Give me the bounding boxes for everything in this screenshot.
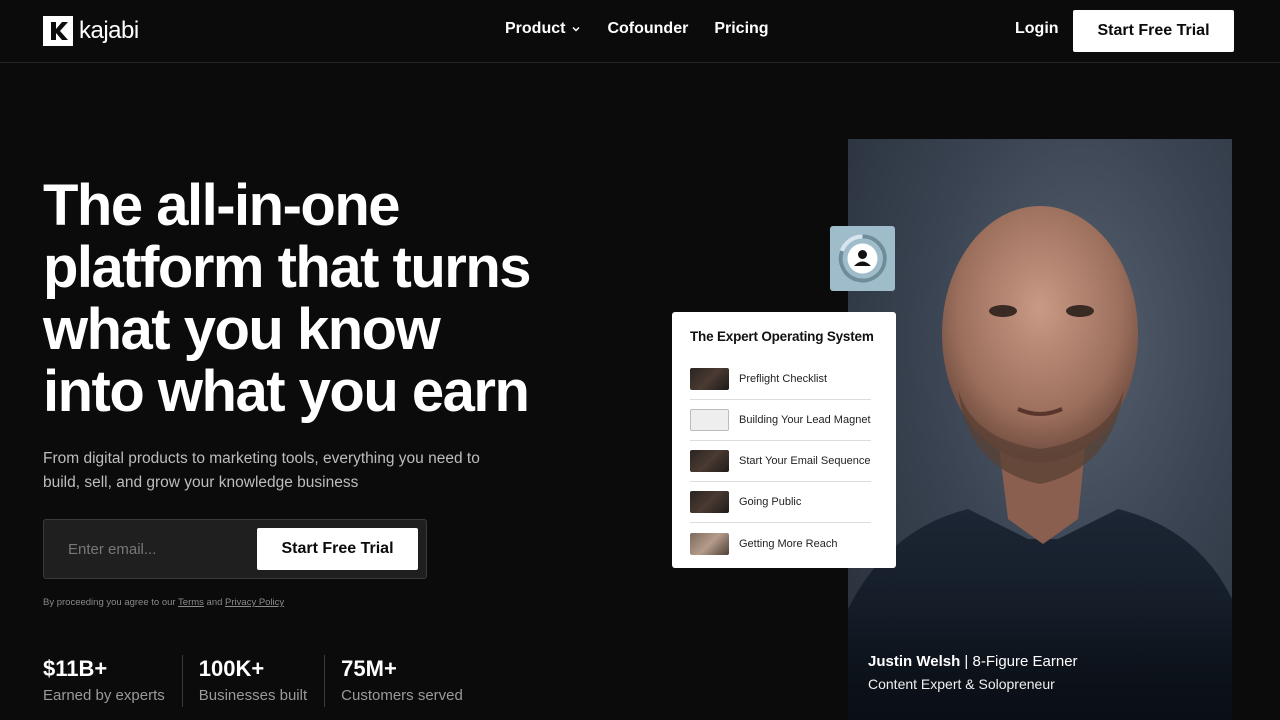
terms-link[interactable]: Terms [178,597,204,608]
lesson-item[interactable]: Getting More Reach [690,523,871,564]
login-link[interactable]: Login [1015,20,1059,38]
hero-subtitle: From digital products to marketing tools… [43,450,480,491]
user-progress-icon [838,234,887,283]
portrait-illustration [848,206,1232,720]
nav-start-trial-button[interactable]: Start Free Trial [1073,10,1234,52]
kajabi-logo-icon [43,16,73,46]
stat-label: Businesses built [198,687,308,704]
stat-value: $11B+ [43,656,108,681]
privacy-policy-link[interactable]: Privacy Policy [225,597,284,608]
lesson-thumbnail [690,450,729,472]
primary-nav: Product Cofounder Pricing [505,20,769,38]
expert-name-line: Justin Welsh | 8-Figure Earner [868,651,1078,673]
course-card: The Expert Operating System Preflight Ch… [672,312,896,568]
email-input[interactable] [56,528,246,570]
expert-caption: Justin Welsh | 8-Figure Earner Content E… [868,651,1078,695]
stat-customers: 75M+ Customers served [341,655,480,707]
nav-item-label: Product [505,20,566,37]
stat-earned: $11B+ Earned by experts [43,655,183,707]
stat-label: Customers served [341,687,463,704]
hero-title-line: platform that turns [43,235,532,300]
expert-tagline: 8-Figure Earner [972,653,1078,670]
lesson-item[interactable]: Building Your Lead Magnet [690,400,871,441]
lesson-item[interactable]: Preflight Checklist [690,359,871,400]
chevron-down-icon [572,26,580,32]
featured-expert-photo: Justin Welsh | 8-Figure Earner Content E… [848,139,1232,720]
lesson-thumbnail [690,409,729,431]
hero-title-line: into what you earn [43,359,530,424]
legal-prefix: By proceeding you agree to our [43,597,176,608]
lesson-thumbnail [690,368,729,390]
legal-and: and [206,597,223,608]
expert-role: Content Expert & Solopreneur [868,676,1055,692]
nav-item-cofounder[interactable]: Cofounder [607,20,688,38]
kajabi-logo[interactable]: kajabi [43,16,139,46]
lesson-label: Building Your Lead Magnet [739,414,871,426]
lesson-label: Getting More Reach [739,537,838,550]
top-nav: kajabi Product Cofounder Pricing Login S… [0,0,1280,63]
course-lesson-list: Preflight Checklist Building Your Lead M… [690,359,871,564]
signup-form: Start Free Trial [43,519,427,579]
lesson-label: Start Your Email Sequence [739,455,871,467]
lesson-thumbnail [690,532,729,555]
expert-name: Justin Welsh [868,653,961,670]
course-card-title: The Expert Operating System [690,329,874,344]
lesson-item[interactable]: Start Your Email Sequence [690,441,871,482]
stat-label: Earned by experts [43,687,165,704]
brand-name: kajabi [79,17,139,44]
caption-separator: | [960,653,973,670]
stats-row: $11B+ Earned by experts 100K+ Businesses… [43,655,496,707]
stat-value: 100K+ [198,656,265,681]
lesson-thumbnail [690,491,729,513]
hero-title: The all-in-one platform that turns what … [43,175,563,423]
stat-value: 75M+ [341,656,397,681]
lesson-label: Going Public [739,496,802,508]
nav-item-pricing[interactable]: Pricing [714,20,768,38]
user-progress-badge [830,226,895,291]
hero-start-trial-button[interactable]: Start Free Trial [257,528,418,570]
lesson-label: Preflight Checklist [739,373,828,385]
legal-notice: By proceeding you agree to our Terms and… [43,597,284,608]
hero-title-line: what you know [43,297,441,362]
nav-item-product[interactable]: Product [505,20,581,38]
hero-title-line: The all-in-one [43,173,401,238]
lesson-item[interactable]: Going Public [690,482,871,523]
stat-businesses: 100K+ Businesses built [198,655,326,707]
